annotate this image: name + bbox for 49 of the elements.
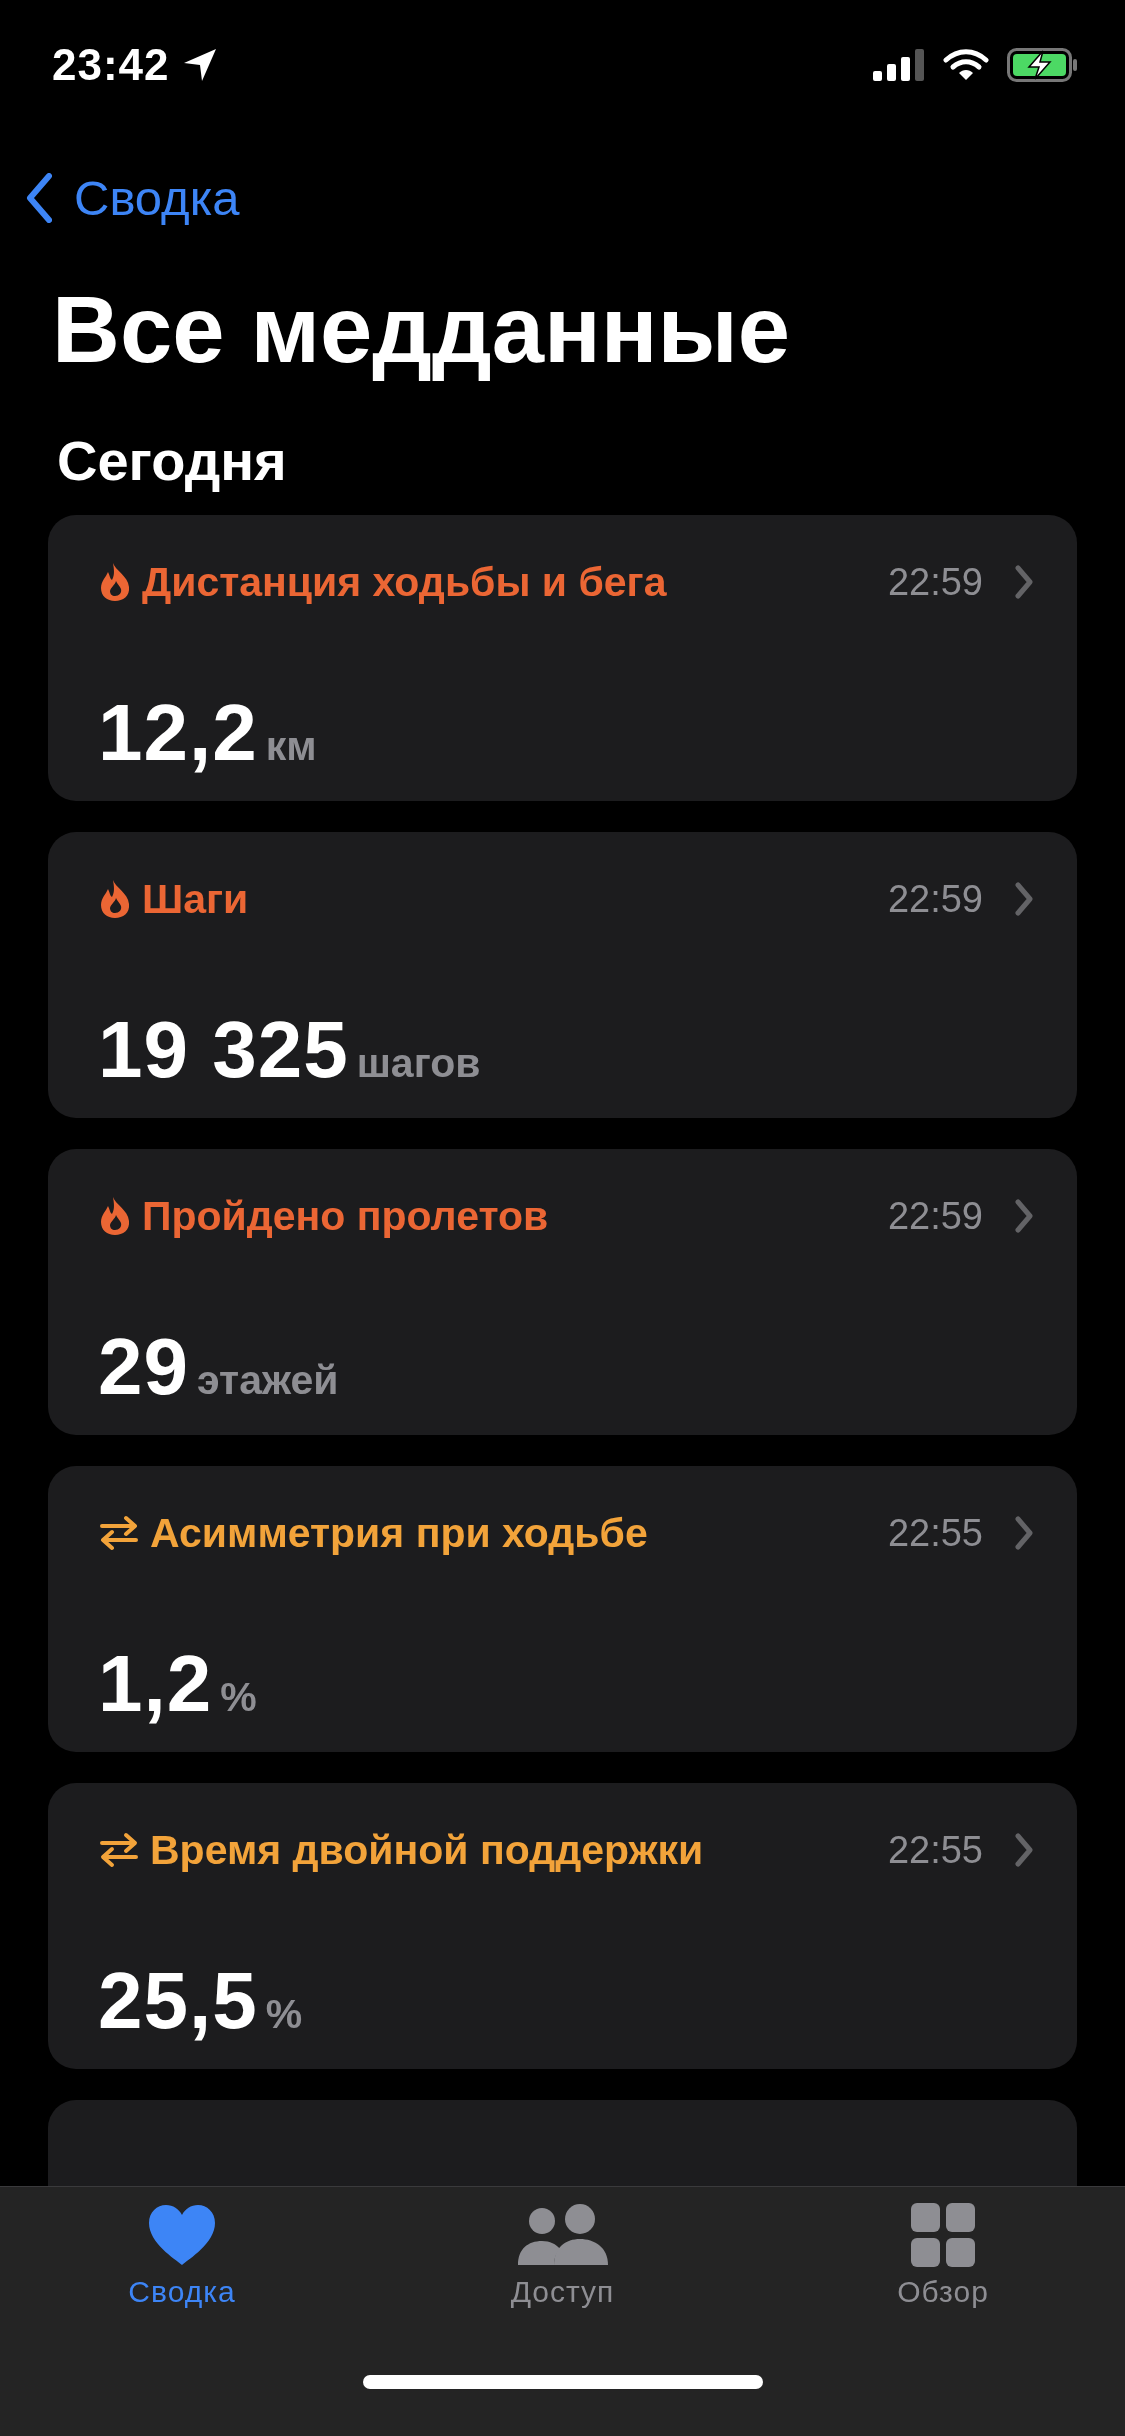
wifi-icon: [943, 48, 989, 82]
chevron-left-icon: [26, 172, 52, 223]
status-time: 23:42: [52, 40, 170, 90]
health-card[interactable]: Шаги 22:59 19 325 шагов: [48, 832, 1077, 1118]
health-card[interactable]: Асимметрия при ходьбе 22:55 1,2%: [48, 1466, 1077, 1752]
chevron-right-icon: [1015, 882, 1033, 916]
card-value: 29: [98, 1327, 189, 1407]
chevron-right-icon: [1015, 1833, 1033, 1867]
card-value: 12,2: [98, 693, 258, 773]
card-value: 25,5: [98, 1961, 258, 2041]
card-title: Шаги: [142, 875, 250, 923]
grid-icon: [911, 2203, 975, 2267]
battery-icon: [1007, 48, 1079, 82]
card-title: Пройдено пролетов: [142, 1192, 550, 1240]
card-unit: км: [265, 723, 317, 770]
signal-icon: [873, 49, 925, 81]
card-time: 22:59: [887, 877, 983, 921]
tab-bar-item[interactable]: Сводка: [62, 2203, 302, 2309]
chevron-right-icon: [1015, 1516, 1033, 1550]
back-button[interactable]: Сводка: [26, 169, 240, 226]
health-card[interactable]: Пройдено пролетов 22:59 29 этажей: [48, 1149, 1077, 1435]
tab-bar-item[interactable]: Доступ: [442, 2203, 683, 2309]
arrows-icon: [98, 1831, 140, 1869]
health-card[interactable]: Дистанция ходьбы и бега 22:59 12,2 км: [48, 515, 1077, 801]
card-unit: %: [265, 1991, 303, 2038]
card-value: 1,2: [98, 1644, 213, 1724]
flame-icon: [98, 879, 132, 919]
card-unit: %: [220, 1674, 257, 1721]
flame-icon: [98, 1196, 132, 1236]
page-title: Все медданные: [51, 276, 792, 385]
card-unit: шагов: [356, 1040, 481, 1087]
card-value: 19 325: [98, 1010, 349, 1090]
people-icon: [515, 2203, 610, 2267]
arrows-icon: [98, 1514, 140, 1552]
card-time: 22:55: [887, 1828, 983, 1872]
tab-bar-item[interactable]: Обзор: [823, 2203, 1063, 2309]
flame-icon: [98, 562, 132, 602]
chevron-right-icon: [1015, 565, 1033, 599]
heart-icon: [147, 2203, 217, 2267]
card-time: 22:55: [887, 1511, 983, 1555]
card-unit: этажей: [197, 1357, 339, 1404]
health-card[interactable]: Время двойной поддержки 22:55 25,5%: [48, 1783, 1077, 2069]
card-title: Время двойной поддержки: [150, 1826, 705, 1874]
card-time: 22:59: [887, 560, 983, 604]
card-time: 22:59: [887, 1194, 983, 1238]
chevron-right-icon: [1015, 1199, 1033, 1233]
card-title: Дистанция ходьбы и бега: [142, 558, 668, 606]
card-title: Асимметрия при ходьбе: [150, 1509, 649, 1557]
section-heading: Сегодня: [56, 428, 288, 494]
